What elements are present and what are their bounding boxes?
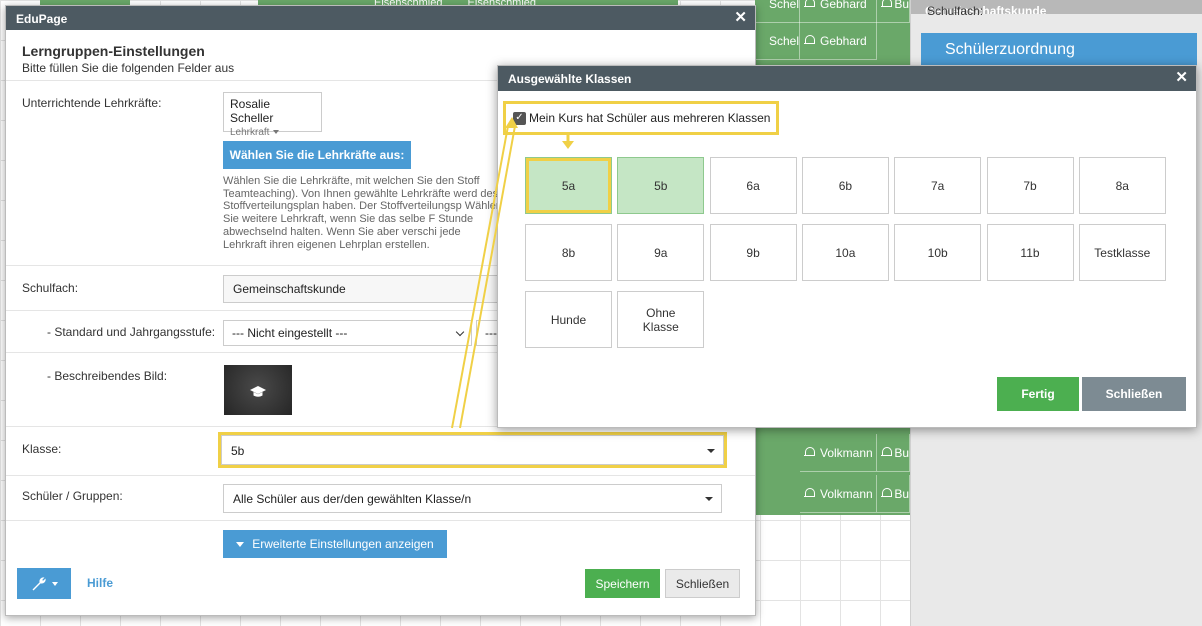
timetable-cell[interactable]: Volkmann: [800, 475, 877, 513]
class-tile[interactable]: 6a: [709, 157, 797, 214]
teachers-label: Unterrichtende Lehrkräfte:: [22, 96, 162, 110]
class-tile[interactable]: 8a: [1078, 157, 1166, 214]
bell-icon: [804, 0, 815, 9]
multiple-classes-label: Mein Kurs hat Schüler aus mehreren Klass…: [529, 111, 771, 125]
multiple-classes-checkbox-row[interactable]: ✓ Mein Kurs hat Schüler aus mehreren Kla…: [503, 101, 779, 135]
dialog-titlebar: Ausgewählte Klassen ✕: [498, 66, 1196, 91]
class-tile[interactable]: 5a: [525, 157, 612, 214]
choose-teachers-button[interactable]: Wählen Sie die Lehrkräfte aus:: [223, 141, 411, 169]
timetable-cell[interactable]: Bu: [877, 0, 910, 23]
teacher-role-dropdown[interactable]: Lehrkraft: [230, 127, 315, 138]
close-button[interactable]: Schließen: [1082, 377, 1186, 411]
subject-label: Schulfach:: [22, 281, 79, 295]
class-tile[interactable]: Ohne Klasse: [617, 291, 705, 348]
class-tile[interactable]: 8b: [525, 224, 612, 281]
class-label: Klasse:: [22, 442, 62, 456]
graduation-cap-icon: [250, 386, 266, 397]
wrench-icon: [32, 576, 46, 590]
students-select[interactable]: Alle Schüler aus der/den gewählten Klass…: [223, 484, 722, 513]
class-row: Klasse: 5b: [6, 426, 755, 476]
save-button[interactable]: Speichern: [585, 569, 660, 598]
bell-icon: [804, 35, 815, 46]
caret-down-icon: [273, 130, 280, 135]
help-link[interactable]: Hilfe: [87, 576, 113, 590]
teacher-chip[interactable]: Rosalie Scheller Lehrkraft: [223, 92, 322, 138]
class-tile[interactable]: 9a: [617, 224, 705, 281]
tools-menu-button[interactable]: [17, 568, 71, 599]
close-icon[interactable]: ✕: [734, 9, 747, 27]
checkbox-checked-icon[interactable]: ✓: [513, 111, 526, 125]
class-tile[interactable]: 10b: [894, 224, 982, 281]
class-tile[interactable]: 10a: [801, 224, 889, 281]
teachers-description: Wählen Sie die Lehrkräfte, mit welchen S…: [223, 175, 503, 251]
selected-classes-dialog: Ausgewählte Klassen ✕ ✓ Mein Kurs hat Sc…: [497, 65, 1197, 428]
student-assignment-button[interactable]: Schülerzuordnung: [921, 33, 1197, 67]
bell-icon: [881, 447, 893, 458]
timetable-cell[interactable]: Volkmann: [800, 434, 877, 472]
class-tile[interactable]: 9b: [709, 224, 797, 281]
close-button[interactable]: Schließen: [665, 569, 740, 598]
timetable-cell[interactable]: Scheller: [755, 22, 800, 60]
class-tile[interactable]: 6b: [801, 157, 889, 214]
bell-icon: [881, 0, 893, 9]
timetable-cell[interactable]: Bu: [877, 434, 910, 472]
close-icon[interactable]: ✕: [1175, 69, 1188, 87]
class-tile[interactable]: Hunde: [525, 291, 612, 348]
advanced-settings-button[interactable]: Erweiterte Einstellungen anzeigen: [223, 530, 447, 558]
subject-header: Schulfach: Gemeinschaftskunde: [911, 0, 1202, 17]
timetable-cell[interactable]: Gebhard: [800, 22, 877, 60]
subject-image[interactable]: [224, 365, 292, 415]
class-tile[interactable]: 11b: [986, 224, 1074, 281]
timetable-cell[interactable]: Gebhard: [800, 0, 877, 23]
chevron-down-icon: [455, 327, 465, 337]
class-tile[interactable]: Testklasse: [1078, 224, 1166, 281]
caret-down-icon: [705, 497, 713, 501]
class-tile[interactable]: 7a: [894, 157, 982, 214]
bell-icon: [881, 488, 893, 499]
dialog-titlebar: EduPage ✕: [6, 6, 755, 30]
caret-down-icon: [707, 449, 715, 453]
timetable-cell[interactable]: Scheller: [755, 0, 800, 23]
teacher-name: Rosalie Scheller: [230, 97, 274, 125]
done-button[interactable]: Fertig: [997, 377, 1079, 411]
caret-down-icon: [236, 541, 245, 547]
timetable-cell[interactable]: Bu: [877, 475, 910, 513]
class-tile[interactable]: 7b: [986, 157, 1074, 214]
caret-down-icon: [51, 581, 58, 586]
bell-icon: [804, 447, 815, 458]
bell-icon: [804, 488, 815, 499]
standard-select[interactable]: --- Nicht eingestellt ---: [223, 320, 472, 346]
students-label: Schüler / Gruppen:: [22, 489, 123, 503]
page-title: Lerngruppen-Einstellungen: [22, 43, 205, 59]
class-select[interactable]: 5b: [218, 432, 727, 468]
students-row: Schüler / Gruppen: Alle Schüler aus der/…: [6, 476, 755, 521]
subject-field[interactable]: Gemeinschaftskunde: [223, 275, 523, 303]
class-tile[interactable]: 5b: [617, 157, 705, 214]
image-label: - Beschreibendes Bild:: [47, 369, 168, 383]
standard-label: - Standard und Jahrgangsstufe:: [47, 325, 216, 339]
